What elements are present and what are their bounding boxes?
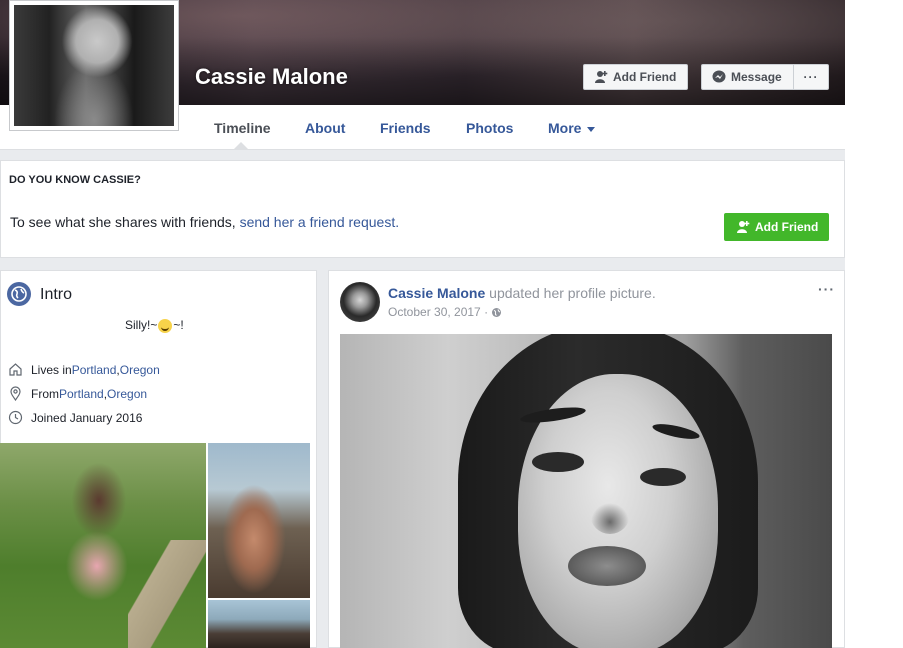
photo-eye-right <box>640 468 686 486</box>
post-photo[interactable] <box>340 334 832 648</box>
add-friend-green-label: Add Friend <box>755 220 819 234</box>
add-friend-icon <box>594 70 608 84</box>
intro-bio: Silly!~ ~! <box>125 318 184 333</box>
featured-photo-1-path <box>128 540 206 648</box>
add-friend-button[interactable]: Add Friend <box>583 64 688 90</box>
globe-icon <box>7 282 31 306</box>
do-you-know-title: DO YOU KNOW CASSIE? <box>9 174 141 186</box>
caret-down-icon <box>587 126 596 132</box>
post-action-text: updated her profile picture. <box>485 285 656 301</box>
lives-in-state-link[interactable]: Oregon <box>120 363 160 377</box>
photo-nose <box>590 494 630 534</box>
post-author-link[interactable]: Cassie Malone <box>388 285 485 301</box>
post-date-row: October 30, 2017 · <box>388 305 502 319</box>
right-blank-area <box>845 0 903 648</box>
home-icon <box>8 362 23 377</box>
from-state-link[interactable]: Oregon <box>107 387 147 401</box>
post-header: Cassie Malone updated her profile pictur… <box>388 285 656 301</box>
featured-photo-2[interactable] <box>208 443 310 598</box>
add-friend-label: Add Friend <box>613 70 677 84</box>
tab-more-label: More <box>548 120 582 136</box>
public-globe-icon <box>491 307 502 318</box>
clock-icon <box>8 410 23 425</box>
tab-more[interactable]: More <box>548 120 596 136</box>
bio-text-end: ~! <box>173 318 184 332</box>
add-friend-green-button[interactable]: Add Friend <box>724 213 829 241</box>
from-row: From Portland, Oregon <box>8 386 147 402</box>
profile-picture[interactable] <box>9 0 179 131</box>
profile-name[interactable]: Cassie Malone <box>195 64 348 90</box>
location-pin-icon <box>8 386 23 402</box>
do-you-know-prefix: To see what she shares with friends, <box>10 214 240 230</box>
lives-in-prefix: Lives in <box>31 362 72 377</box>
more-options-button[interactable]: ··· <box>793 64 829 90</box>
profile-picture-image <box>14 5 174 126</box>
lives-in-city-link[interactable]: Portland <box>72 363 117 377</box>
featured-photo-3[interactable] <box>208 600 310 648</box>
tab-photos[interactable]: Photos <box>466 120 513 136</box>
post-date[interactable]: October 30, 2017 · <box>388 305 488 319</box>
bio-text-start: Silly!~ <box>125 318 158 332</box>
tab-friends[interactable]: Friends <box>380 120 431 136</box>
add-friend-icon <box>736 220 750 234</box>
from-prefix: From <box>31 386 59 401</box>
message-button[interactable]: Message <box>701 64 794 90</box>
messenger-icon <box>712 70 726 84</box>
more-options-icon: ··· <box>803 70 819 84</box>
post-options-button[interactable]: ··· <box>818 281 835 297</box>
photo-eye-left <box>532 452 584 472</box>
smile-emoji-icon <box>158 318 173 333</box>
lives-in-row: Lives in Portland, Oregon <box>8 362 160 377</box>
post-author-avatar[interactable] <box>340 282 380 322</box>
message-label: Message <box>731 70 782 84</box>
tab-timeline[interactable]: Timeline <box>214 120 271 136</box>
joined-row: Joined January 2016 <box>8 410 142 425</box>
do-you-know-text: To see what she shares with friends, sen… <box>10 214 399 230</box>
joined-text: Joined January 2016 <box>31 410 143 425</box>
intro-title: Intro <box>40 286 73 303</box>
active-tab-pointer <box>234 142 248 149</box>
photo-lips <box>568 546 646 586</box>
from-city-link[interactable]: Portland <box>59 387 104 401</box>
tab-about[interactable]: About <box>305 120 345 136</box>
send-friend-request-link[interactable]: send her a friend request. <box>240 214 400 230</box>
